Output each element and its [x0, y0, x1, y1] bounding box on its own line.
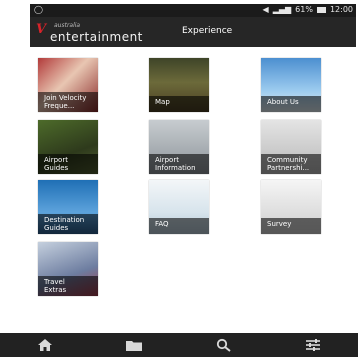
- tile-label: Airport Guides: [38, 154, 98, 174]
- tile-airport-guides[interactable]: Airport Guides: [38, 120, 98, 174]
- tile-destination-guides[interactable]: Destination Guides: [38, 180, 98, 234]
- tile-label: About Us: [261, 96, 321, 112]
- tile-label: Travel Extras: [38, 276, 98, 296]
- tile-travel-extras[interactable]: Travel Extras: [38, 242, 98, 296]
- tile-label: Survey: [261, 218, 321, 234]
- tile-about-us[interactable]: About Us: [261, 58, 321, 112]
- brand-small: australia: [54, 22, 81, 29]
- home-icon: [37, 339, 52, 351]
- tile-join-velocity[interactable]: Join Velocity Freque...: [38, 58, 98, 112]
- tile-map[interactable]: Map: [149, 58, 209, 112]
- signal-icon: ▂▄▆: [272, 5, 292, 14]
- page-title: Experience: [182, 26, 233, 36]
- bottom-nav: [0, 333, 358, 357]
- tile-label: FAQ: [149, 218, 209, 234]
- battery-icon: [316, 6, 326, 13]
- tile-label: Destination Guides: [38, 214, 98, 234]
- status-bar: ◯ ◀ ▂▄▆ 61% 12:00: [30, 4, 356, 17]
- folder-icon: [126, 340, 143, 351]
- virgin-logo-icon: V: [36, 22, 47, 37]
- battery-percent: 61%: [295, 5, 313, 14]
- home-button[interactable]: [25, 333, 65, 357]
- tile-label: Airport Information: [149, 154, 209, 174]
- tile-label: Join Velocity Freque...: [38, 92, 98, 112]
- tile-community-partnership[interactable]: Community Partnershi...: [261, 120, 321, 174]
- brand-name: entertainment: [50, 30, 143, 44]
- tile-label: Map: [149, 96, 209, 112]
- search-icon: [216, 338, 231, 352]
- settings-sliders-icon: [306, 339, 321, 351]
- settings-button[interactable]: [293, 333, 333, 357]
- wifi-icon: ◀: [262, 5, 269, 14]
- app-bar: V australia entertainment Experience: [30, 17, 356, 47]
- tile-airport-information[interactable]: Airport Information: [149, 120, 209, 174]
- app-logo[interactable]: V australia entertainment: [36, 21, 166, 45]
- tile-label: Community Partnershi...: [261, 154, 321, 174]
- tile-faq[interactable]: FAQ: [149, 180, 209, 234]
- tile-survey[interactable]: Survey: [261, 180, 321, 234]
- folder-button[interactable]: [114, 333, 154, 357]
- notification-icon: ◯: [34, 5, 43, 14]
- status-right: ◀ ▂▄▆ 61% 12:00: [263, 5, 353, 14]
- clock: 12:00: [329, 5, 353, 14]
- search-button[interactable]: [204, 333, 244, 357]
